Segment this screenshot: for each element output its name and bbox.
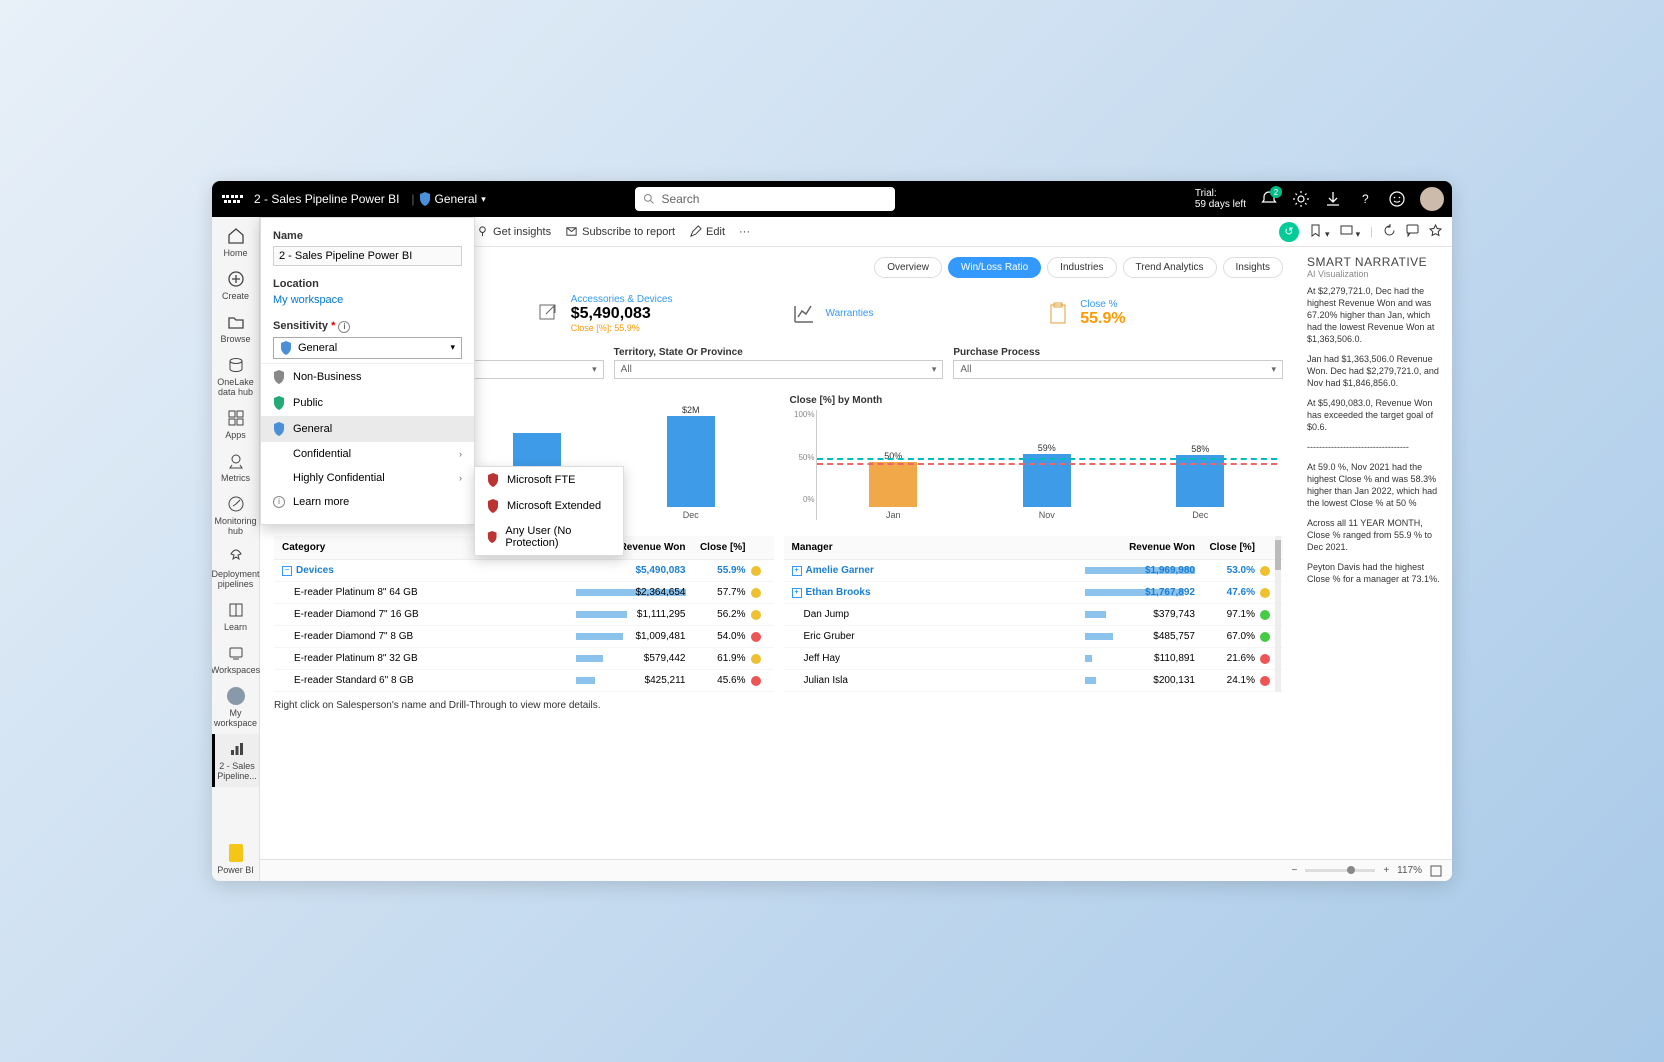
notifications-icon[interactable]: 2 (1260, 190, 1278, 208)
filter-purchase[interactable]: Purchase ProcessAll▾ (953, 347, 1283, 379)
location-link[interactable]: My workspace (273, 294, 462, 306)
gear-icon[interactable] (1292, 190, 1310, 208)
cmd-edit[interactable]: Edit (689, 225, 725, 238)
table-row[interactable]: Jeff Hay$110,89121.6% (784, 648, 1284, 670)
sensitivity-select[interactable]: General▾ (273, 337, 462, 359)
sens-sub-extended[interactable]: Microsoft Extended (475, 493, 623, 519)
location-label: Location (273, 278, 462, 290)
reset-icon[interactable]: ↺ (1279, 222, 1299, 242)
info-icon[interactable]: i (338, 321, 350, 333)
breadcrumb-title[interactable]: 2 - Sales Pipeline Power BI (254, 192, 399, 206)
shield-icon (419, 192, 431, 206)
table-manager[interactable]: ManagerRevenue WonClose [%] +Amelie Garn… (784, 536, 1284, 692)
sens-opt-confidential[interactable]: Confidential› (261, 442, 474, 466)
rail-apps[interactable]: Apps (212, 403, 259, 446)
kpi-accessories: Accessories & Devices$5,490,083Close [%]… (529, 290, 774, 337)
table-category[interactable]: CategoryRevenue WonClose [%] −Devices$5,… (274, 536, 774, 692)
rail-create[interactable]: Create (212, 264, 259, 307)
svg-text:?: ? (1362, 192, 1369, 206)
trial-status: Trial:59 days left (1195, 188, 1246, 210)
rail-my-workspace[interactable]: My workspace (212, 681, 259, 734)
open-icon (537, 302, 561, 326)
cmd-more[interactable]: ··· (739, 226, 750, 238)
table-row[interactable]: Eric Gruber$485,75767.0% (784, 626, 1284, 648)
sensitivity-badge[interactable]: General (435, 192, 478, 206)
rail-powerbi[interactable]: Power BI (212, 838, 259, 881)
rail-home[interactable]: Home (212, 221, 259, 264)
sens-sub-anyuser[interactable]: Any User (No Protection) (475, 519, 623, 555)
table-row[interactable]: E-reader Platinum 8" 32 GB$579,44261.9% (274, 648, 774, 670)
chart-close-month[interactable]: Close [%] by Month 100%50%0% 50%Jan 59%N… (784, 389, 1284, 526)
tab-overview[interactable]: Overview (874, 257, 942, 278)
top-bar: 2 - Sales Pipeline Power BI | General ▾ … (212, 181, 1452, 217)
report-tabs: Overview Win/Loss Ratio Industries Trend… (874, 257, 1283, 278)
help-icon[interactable]: ? (1356, 190, 1374, 208)
name-label: Name (273, 230, 462, 242)
sens-opt-public[interactable]: Public (261, 390, 474, 416)
table-row[interactable]: E-reader Platinum 8" 64 GB$2,364,65457.7… (274, 582, 774, 604)
view-icon[interactable]: ▾ (1340, 224, 1361, 240)
table-row[interactable]: Dan Jump$379,74397.1% (784, 604, 1284, 626)
zoom-in[interactable]: + (1383, 865, 1389, 876)
rail-onelake[interactable]: OneLake data hub (212, 350, 259, 403)
drill-note: Right click on Salesperson's name and Dr… (260, 694, 1297, 717)
kpi-close-pct: Close %55.9% (1038, 290, 1283, 337)
search-placeholder: Search (661, 192, 699, 206)
sens-opt-highly-confidential[interactable]: Highly Confidential› Microsoft FTE Micro… (261, 466, 474, 490)
rail-metrics[interactable]: Metrics (212, 446, 259, 489)
table-row[interactable]: +Ethan Brooks$1,767,89247.6% (784, 582, 1284, 604)
chart-icon (792, 302, 816, 326)
rail-deploy[interactable]: Deployment pipelines (212, 542, 259, 595)
status-bar: − + 117% (260, 859, 1452, 881)
tab-industries[interactable]: Industries (1047, 257, 1116, 278)
smart-narrative-panel: SMART NARRATIVE AI Visualization At $2,2… (1297, 247, 1452, 859)
tab-trend[interactable]: Trend Analytics (1123, 257, 1217, 278)
cmd-get-insights[interactable]: Get insights (476, 225, 551, 238)
sens-opt-nonbusiness[interactable]: Non-Business (261, 364, 474, 390)
rail-workspaces[interactable]: Workspaces (212, 638, 259, 681)
name-input[interactable] (273, 246, 462, 266)
sens-opt-general[interactable]: General (261, 416, 474, 442)
bookmark-icon[interactable]: ▾ (1309, 224, 1330, 240)
zoom-slider[interactable] (1305, 869, 1375, 872)
sens-sub-fte[interactable]: Microsoft FTE (475, 467, 623, 493)
kpi-warranties: Warranties (784, 290, 1029, 337)
rail-browse[interactable]: Browse (212, 307, 259, 350)
zoom-level: 117% (1397, 865, 1422, 876)
sens-submenu: Microsoft FTE Microsoft Extended Any Use… (474, 466, 624, 556)
scrollbar[interactable] (1275, 536, 1281, 692)
rail-current-report[interactable]: 2 - Sales Pipeline... (212, 734, 259, 787)
tab-winloss[interactable]: Win/Loss Ratio (948, 257, 1041, 278)
search-icon (643, 193, 655, 205)
narrative-title: SMART NARRATIVE (1307, 255, 1442, 269)
favorite-icon[interactable] (1429, 224, 1442, 240)
table-row[interactable]: Julian Isla$200,13124.1% (784, 670, 1284, 692)
comment-icon[interactable] (1406, 224, 1419, 240)
clipboard-icon (1046, 302, 1070, 326)
table-row[interactable]: E-reader Standard 6" 8 GB$425,21145.6% (274, 670, 774, 692)
rail-learn[interactable]: Learn (212, 595, 259, 638)
sensitivity-label: Sensitivity * i (273, 320, 462, 333)
refresh-icon[interactable] (1383, 224, 1396, 240)
zoom-out[interactable]: − (1291, 865, 1297, 876)
table-row[interactable]: E-reader Diamond 7" 8 GB$1,009,48154.0% (274, 626, 774, 648)
search-input[interactable]: Search (635, 187, 895, 211)
rail-monitoring[interactable]: Monitoring hub (212, 489, 259, 542)
tab-insights[interactable]: Insights (1223, 257, 1283, 278)
sens-learn-more[interactable]: iLearn more (261, 490, 474, 514)
filter-territory[interactable]: Territory, State Or ProvinceAll▾ (614, 347, 944, 379)
waffle-icon[interactable] (220, 187, 244, 211)
avatar[interactable] (1420, 187, 1444, 211)
chevron-down-icon[interactable]: ▾ (481, 194, 486, 205)
left-nav-rail: Home Create Browse OneLake data hub Apps… (212, 217, 260, 881)
table-row[interactable]: −Devices$5,490,08355.9% (274, 560, 774, 582)
table-row[interactable]: +Amelie Garner$1,969,98053.0% (784, 560, 1284, 582)
sensitivity-panel: Name Location My workspace Sensitivity *… (260, 217, 475, 525)
download-icon[interactable] (1324, 190, 1342, 208)
cmd-subscribe[interactable]: Subscribe to report (565, 225, 675, 238)
feedback-icon[interactable] (1388, 190, 1406, 208)
table-row[interactable]: E-reader Diamond 7" 16 GB$1,111,29556.2% (274, 604, 774, 626)
fit-icon[interactable] (1430, 865, 1442, 877)
